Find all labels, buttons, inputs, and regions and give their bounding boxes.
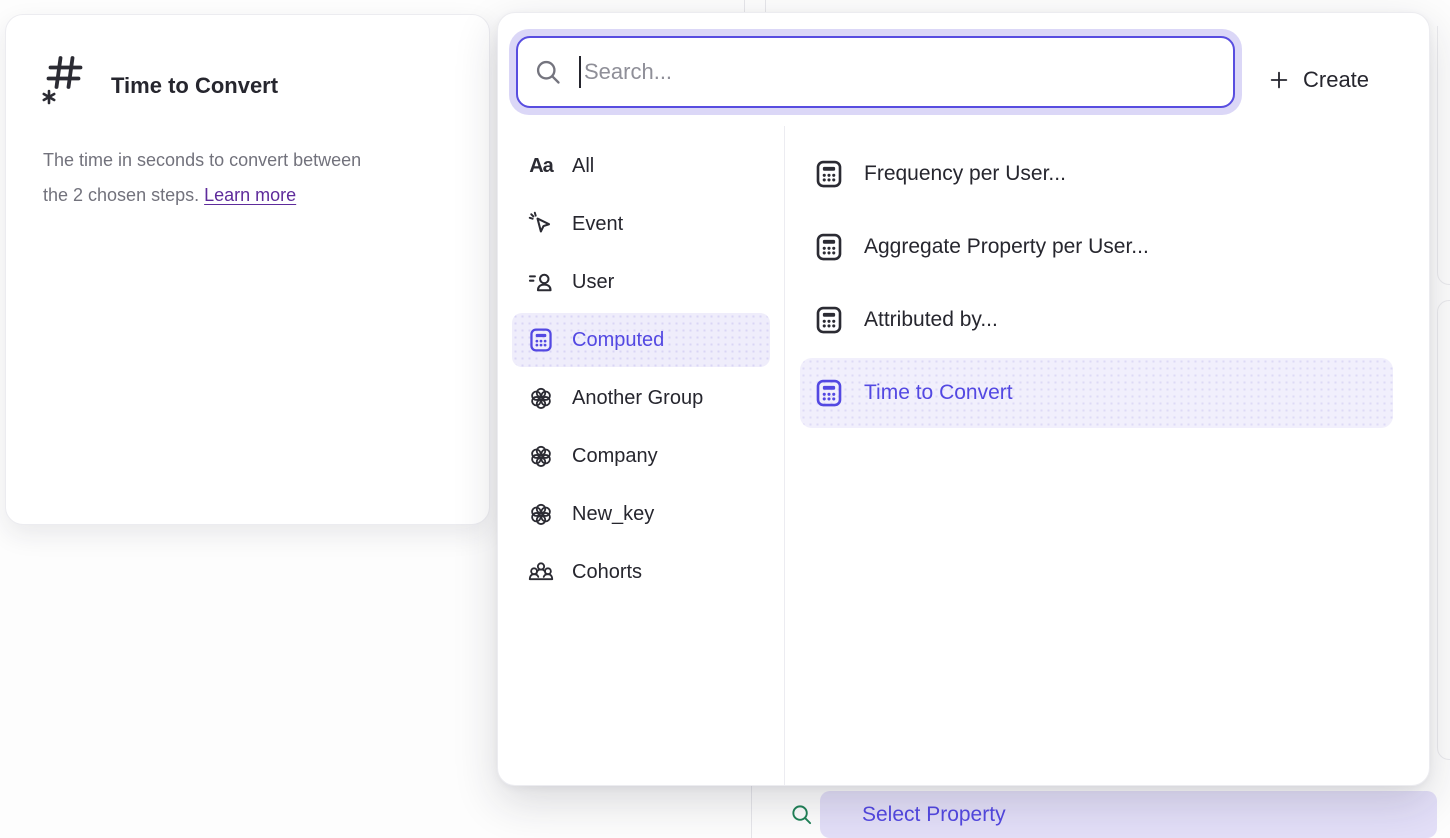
category-label: Event — [572, 213, 623, 236]
property-list: Frequency per User... Aggregate Property… — [800, 139, 1393, 428]
category-item-computed[interactable]: Computed — [512, 313, 770, 367]
property-picker-dropdown: Create Aa All Event User Computed Anothe… — [497, 12, 1430, 786]
description-line-1: The time in seconds to convert between — [43, 150, 361, 170]
property-item-frequency-per-user[interactable]: Frequency per User... — [800, 139, 1393, 209]
category-label: New_key — [572, 503, 654, 526]
plus-icon — [1268, 69, 1290, 91]
screen: Select Property Time to Convert The time… — [0, 0, 1450, 838]
cursor-click-icon — [528, 211, 554, 237]
background-card-corner — [1437, 300, 1450, 760]
learn-more-link[interactable]: Learn more — [204, 185, 296, 205]
category-label: All — [572, 155, 594, 178]
info-card-title: Time to Convert — [111, 73, 278, 99]
property-label: Time to Convert — [864, 381, 1013, 405]
group-flower-icon — [528, 443, 554, 469]
calculator-icon — [814, 159, 844, 189]
category-list: Aa All Event User Computed Another Group — [512, 139, 770, 599]
select-property-field[interactable]: Select Property — [820, 791, 1437, 838]
background-card-corner — [1437, 26, 1450, 285]
description-line-2: the 2 chosen steps. — [43, 185, 204, 205]
calculator-icon — [814, 232, 844, 262]
category-item-event[interactable]: Event — [512, 197, 770, 251]
property-label: Frequency per User... — [864, 162, 1066, 186]
property-label: Attributed by... — [864, 308, 998, 332]
info-card-description: The time in seconds to convert between t… — [43, 143, 455, 213]
category-item-cohorts[interactable]: Cohorts — [512, 545, 770, 599]
cohorts-icon — [528, 559, 554, 585]
category-item-all[interactable]: Aa All — [512, 139, 770, 193]
user-lines-icon — [528, 269, 554, 295]
category-item-new-key[interactable]: New_key — [512, 487, 770, 541]
background-card-edge — [751, 786, 752, 838]
property-item-aggregate-property-per-user[interactable]: Aggregate Property per User... — [800, 212, 1393, 282]
category-label: Computed — [572, 329, 664, 352]
property-item-attributed-by[interactable]: Attributed by... — [800, 285, 1393, 355]
category-item-user[interactable]: User — [512, 255, 770, 309]
select-property-label: Select Property — [862, 803, 1006, 827]
text-aa-icon: Aa — [528, 153, 554, 179]
category-label: Cohorts — [572, 561, 642, 584]
group-flower-icon — [528, 385, 554, 411]
calculator-icon — [814, 305, 844, 335]
property-label: Aggregate Property per User... — [864, 235, 1149, 259]
search-input[interactable] — [582, 58, 1217, 86]
numeric-computed-icon — [41, 51, 87, 107]
search-box[interactable] — [516, 36, 1235, 108]
calculator-icon — [814, 378, 844, 408]
category-label: Company — [572, 445, 658, 468]
category-item-company[interactable]: Company — [512, 429, 770, 483]
calculator-icon — [528, 327, 554, 353]
group-flower-icon — [528, 501, 554, 527]
category-label: Another Group — [572, 387, 703, 410]
search-icon — [790, 803, 813, 826]
search-focus-halo — [509, 29, 1242, 115]
panel-divider — [784, 126, 785, 786]
create-button[interactable]: Create — [1268, 67, 1369, 93]
text-cursor — [579, 56, 581, 88]
create-button-label: Create — [1303, 67, 1369, 93]
property-item-time-to-convert[interactable]: Time to Convert — [800, 358, 1393, 428]
property-info-card: Time to Convert The time in seconds to c… — [5, 14, 490, 525]
category-label: User — [572, 271, 614, 294]
category-item-another-group[interactable]: Another Group — [512, 371, 770, 425]
search-icon — [534, 58, 562, 86]
